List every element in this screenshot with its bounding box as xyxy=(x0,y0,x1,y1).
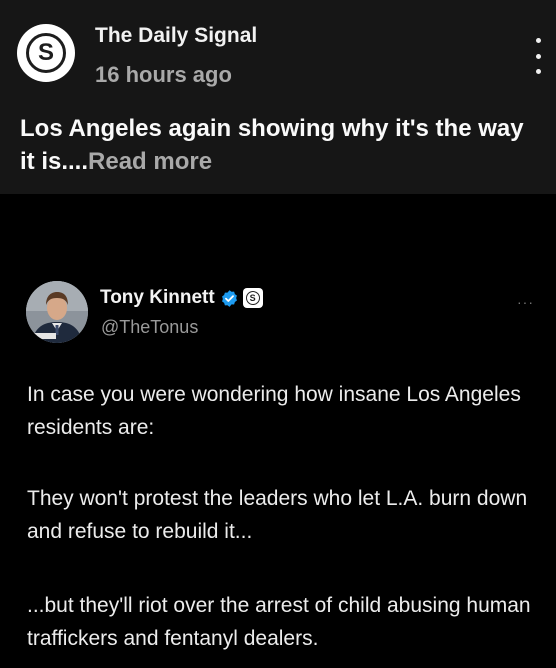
post-header-area: S The Daily Signal 16 hours ago Los Ange… xyxy=(0,0,556,194)
post-headline: Los Angeles again showing why it's the w… xyxy=(20,112,540,178)
profile-photo-icon xyxy=(26,281,88,343)
author-name: Tony Kinnett xyxy=(100,287,215,308)
dollar-s-logo-icon: S xyxy=(26,33,66,73)
more-options-icon[interactable] xyxy=(530,38,546,74)
read-more-link[interactable]: Read more xyxy=(88,148,212,175)
tweet-paragraph-1: In case you were wondering how insane Lo… xyxy=(27,383,521,439)
verified-check-icon xyxy=(221,289,237,307)
tweet-handle[interactable]: @TheTonus xyxy=(101,317,198,338)
publisher-logo[interactable]: S xyxy=(17,24,75,82)
avatar[interactable] xyxy=(26,281,88,343)
tweet-paragraph-3: ...but they'll riot over the arrest of c… xyxy=(27,594,531,650)
post-timestamp: 16 hours ago xyxy=(95,62,232,87)
daily-signal-badge-icon: S xyxy=(242,288,263,308)
publisher-name[interactable]: The Daily Signal xyxy=(95,24,257,48)
tweet-paragraph-2: They won't protest the leaders who let L… xyxy=(27,487,528,543)
tweet-more-icon[interactable]: ··· xyxy=(517,294,534,310)
tweet-author[interactable]: Tony Kinnett S xyxy=(100,287,263,309)
